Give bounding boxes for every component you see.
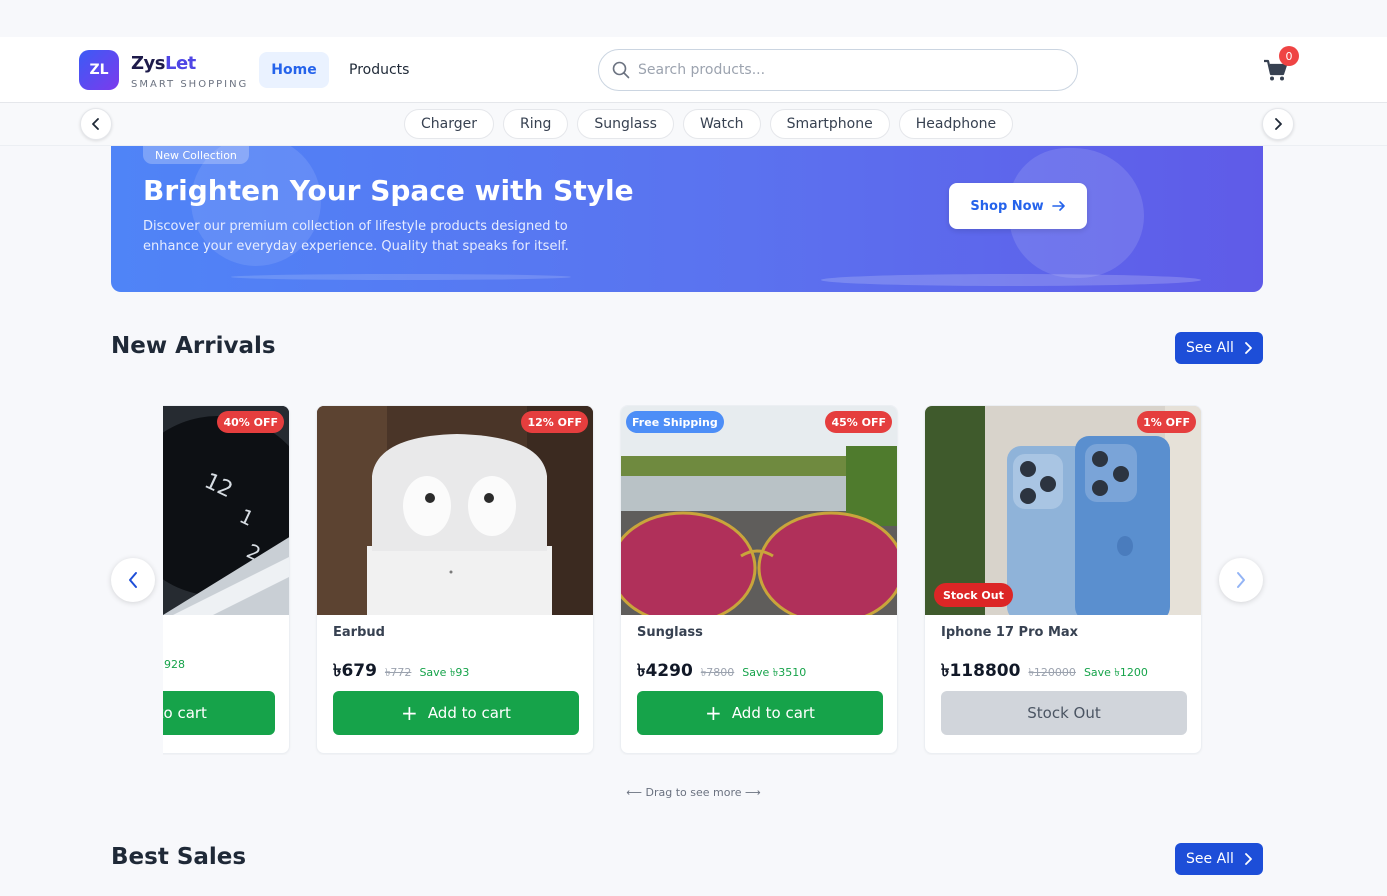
category-chip-ring[interactable]: Ring (503, 109, 569, 139)
add-to-cart-label: Add to cart (427, 704, 511, 722)
shop-now-label: Shop Now (970, 198, 1044, 214)
earbud-image (317, 406, 593, 615)
add-to-cart-button[interactable]: + Add to cart (163, 691, 275, 735)
arrow-left-icon: ⟵ (626, 786, 642, 799)
save-amount: Save ৳1200 (1083, 666, 1148, 679)
hero-decoration (231, 274, 571, 280)
brand-name-part1: Zys (131, 53, 166, 74)
hero-decoration (821, 274, 1201, 286)
price: ৳4290 (637, 661, 693, 681)
category-chip-headphone[interactable]: Headphone (898, 109, 1014, 139)
product-name[interactable]: Sunglass (637, 625, 703, 640)
brand-tagline: SMART SHOPPING (131, 79, 249, 90)
brand-name[interactable]: ZysLet (131, 53, 196, 74)
best-sales-see-all-button[interactable]: See All (1175, 843, 1263, 875)
product-card[interactable]: 12% OFF Earbud ৳679 ৳772 Save ৳93 + Add … (316, 405, 594, 754)
arrow-right-icon: ⟶ (745, 786, 761, 799)
chevron-right-icon (1245, 342, 1252, 354)
discount-badge: 1% OFF (1137, 411, 1196, 433)
sunglass-image (621, 406, 897, 615)
price-row: ৳118800 ৳120000 Save ৳1200 (941, 658, 1148, 686)
product-name[interactable]: Earbud (333, 625, 385, 640)
watch-image: 12 1 2 3 (163, 406, 289, 615)
product-image[interactable]: 1% OFF Stock Out (925, 406, 1201, 615)
save-amount: Save ৳93 (419, 666, 470, 679)
stock-out-badge: Stock Out (934, 583, 1013, 607)
carousel-next-button[interactable] (1219, 558, 1263, 602)
plus-icon: + (705, 701, 722, 725)
search-bar (598, 49, 1078, 91)
product-image[interactable]: 12% OFF (317, 406, 593, 615)
save-amount: Save ৳3510 (742, 666, 807, 679)
category-prev-button[interactable] (80, 108, 112, 140)
product-image[interactable]: 12 1 2 3 40% OFF (163, 406, 289, 615)
discount-badge: 45% OFF (825, 411, 892, 433)
category-chip-charger[interactable]: Charger (404, 109, 494, 139)
hero-badge: New Collection (143, 146, 249, 164)
product-card[interactable]: 1% OFF Stock Out Iphone 17 Pro Max ৳1188… (924, 405, 1202, 754)
search-icon (612, 61, 630, 79)
free-shipping-badge: Free Shipping (626, 411, 724, 433)
plus-icon: + (401, 701, 418, 725)
hero-banner: New Collection Brighten Your Space with … (111, 146, 1263, 292)
old-price: ৳7800 (700, 666, 735, 679)
new-arrivals-see-all-button[interactable]: See All (1175, 332, 1263, 364)
see-all-label: See All (1186, 851, 1234, 867)
chevron-left-icon (92, 118, 99, 130)
see-all-label: See All (1186, 340, 1234, 356)
save-amount: 928 (164, 658, 185, 671)
nav-products[interactable]: Products (339, 52, 419, 88)
hero-description: Discover our premium collection of lifes… (143, 219, 569, 254)
price: ৳118800 (941, 661, 1021, 681)
stock-out-button: Stock Out (941, 691, 1187, 735)
discount-badge: 12% OFF (521, 411, 588, 433)
chevron-right-icon (1245, 853, 1252, 865)
hero-title: Brighten Your Space with Style (143, 174, 634, 207)
chevron-right-icon (1237, 572, 1245, 588)
product-carousel[interactable]: 12 1 2 3 40% OFF 928 + Add to cart (163, 405, 1203, 755)
product-card[interactable]: Free Shipping 45% OFF Sunglass ৳4290 ৳78… (620, 405, 898, 754)
add-to-cart-button[interactable]: + Add to cart (333, 691, 579, 735)
category-next-button[interactable] (1262, 108, 1294, 140)
category-chips: Charger Ring Sunglass Watch Smartphone H… (404, 109, 1014, 139)
category-chip-smartphone[interactable]: Smartphone (769, 109, 890, 139)
category-chip-sunglass[interactable]: Sunglass (577, 109, 674, 139)
brand-name-part2: Let (165, 53, 196, 74)
add-to-cart-label: Add to cart (163, 704, 207, 722)
carousel-prev-button[interactable] (111, 558, 155, 602)
nav-home[interactable]: Home (259, 52, 329, 88)
product-name[interactable]: Iphone 17 Pro Max (941, 625, 1078, 640)
price-row: ৳679 ৳772 Save ৳93 (333, 658, 469, 686)
category-chip-watch[interactable]: Watch (682, 109, 761, 139)
product-card[interactable]: 12 1 2 3 40% OFF 928 + Add to cart (163, 405, 290, 754)
chevron-left-icon (129, 572, 137, 588)
old-price: ৳772 (384, 666, 412, 679)
discount-badge: 40% OFF (217, 411, 284, 433)
old-price: ৳120000 (1028, 666, 1076, 679)
drag-hint-label: Drag to see more (645, 786, 742, 799)
shop-now-button[interactable]: Shop Now (949, 183, 1087, 229)
category-bar: Charger Ring Sunglass Watch Smartphone H… (0, 103, 1387, 146)
product-image[interactable]: Free Shipping 45% OFF (621, 406, 897, 615)
logo[interactable]: ZL (79, 50, 119, 90)
chevron-right-icon (1275, 118, 1282, 130)
best-sales-title: Best Sales (111, 844, 247, 870)
site-header: ZL ZysLet SMART SHOPPING Home Products (0, 37, 1387, 103)
new-arrivals-title: New Arrivals (111, 333, 276, 359)
drag-hint: ⟵ Drag to see more ⟶ (0, 786, 1387, 799)
price: ৳679 (333, 661, 377, 681)
arrow-right-icon (1051, 201, 1065, 211)
price-row: ৳4290 ৳7800 Save ৳3510 (637, 658, 806, 686)
search-input[interactable] (638, 58, 1058, 82)
price-row: 928 (164, 658, 185, 671)
cart-count-badge: 0 (1279, 46, 1299, 66)
add-to-cart-label: Add to cart (731, 704, 815, 722)
add-to-cart-button[interactable]: + Add to cart (637, 691, 883, 735)
